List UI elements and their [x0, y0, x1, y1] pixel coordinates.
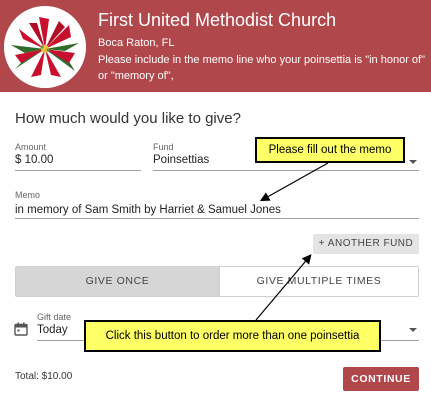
- amount-label: Amount: [15, 142, 47, 152]
- fund-underline: [153, 170, 419, 171]
- add-another-fund-button[interactable]: + ANOTHER FUND: [313, 234, 419, 254]
- amount-underline: [15, 170, 141, 171]
- fund-select[interactable]: Poinsettias: [153, 154, 209, 166]
- church-name: First United Methodist Church: [98, 10, 337, 30]
- total-amount: Total: $10.00: [15, 371, 73, 382]
- chevron-down-icon[interactable]: [409, 160, 417, 164]
- church-header: First United Methodist Church Boca Raton…: [0, 0, 431, 92]
- memo-label: Memo: [15, 190, 41, 200]
- memo-input[interactable]: in memory of Sam Smith by Harriet & Samu…: [15, 204, 281, 216]
- fund-callout: Click this button to order more than one…: [84, 320, 381, 352]
- amount-input[interactable]: $ 10.00: [15, 154, 53, 166]
- calendar-icon[interactable]: [14, 322, 28, 336]
- poinsettia-icon: [4, 6, 86, 88]
- give-once-button[interactable]: GIVE ONCE: [16, 267, 219, 296]
- fund-label: Fund: [153, 142, 174, 152]
- memo-callout: Please fill out the memo: [255, 137, 405, 163]
- gift-date-label: Gift date: [37, 312, 72, 322]
- church-location: Boca Raton, FL: [98, 37, 175, 49]
- gift-date-select[interactable]: Today: [37, 324, 68, 336]
- continue-button[interactable]: CONTINUE: [343, 367, 419, 391]
- church-note: Please include in the memo line who your…: [98, 54, 425, 82]
- memo-arrow: [259, 162, 329, 202]
- give-multiple-times-button[interactable]: GIVE MULTIPLE TIMES: [219, 267, 418, 296]
- frequency-toggle: GIVE ONCE GIVE MULTIPLE TIMES: [15, 266, 419, 297]
- poinsettia-logo: [4, 6, 86, 88]
- gift-date-chevron-down-icon[interactable]: [409, 328, 417, 332]
- give-question: How much would you like to give?: [15, 110, 241, 127]
- memo-underline: [15, 218, 419, 219]
